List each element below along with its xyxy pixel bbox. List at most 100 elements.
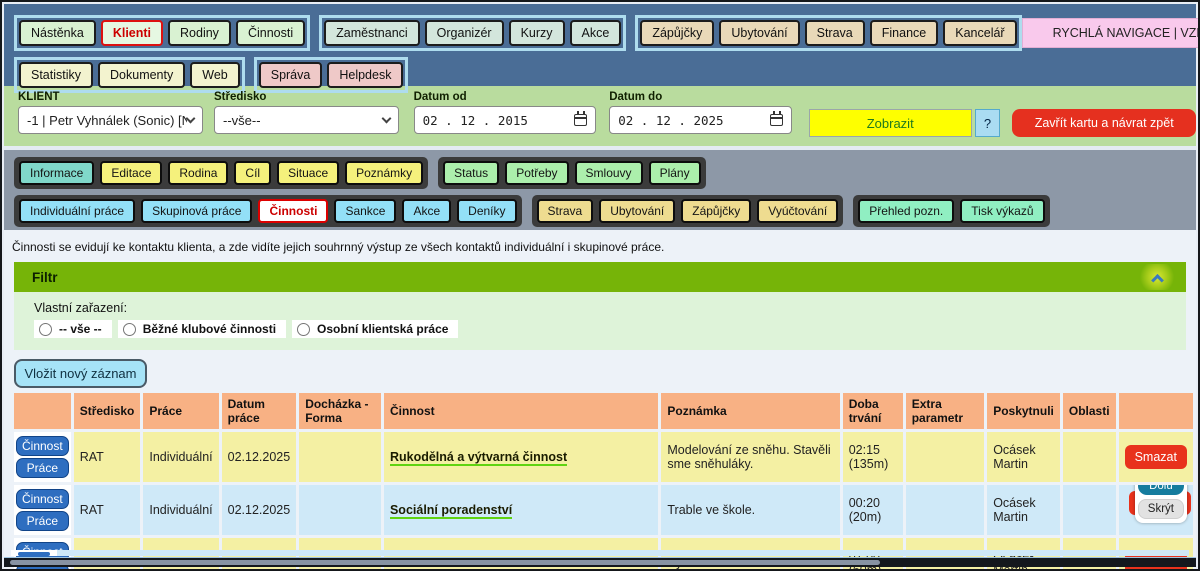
help-button[interactable]: ?: [975, 109, 1001, 137]
klient-select-value: -1 | Petr Vyhnálek (Sonic) [NZDM S/: [27, 113, 187, 128]
tab-poznamky[interactable]: Poznámky: [345, 161, 423, 185]
close-card-button[interactable]: Zavřít kartu a návrat zpět: [1012, 109, 1196, 137]
tab-plany[interactable]: Plány: [649, 161, 701, 185]
nav-item-rodiny[interactable]: Rodiny: [168, 20, 231, 46]
tab-prehled-pozn[interactable]: Přehled pozn.: [858, 199, 954, 223]
stredisko-select[interactable]: --vše--: [214, 106, 399, 134]
insert-record-button[interactable]: Vložit nový záznam: [14, 359, 147, 388]
app-window: NástěnkaKlientiRodinyČinnostiZaměstnanci…: [0, 0, 1200, 571]
nav-item-web[interactable]: Web: [190, 62, 239, 88]
klient-select[interactable]: -1 | Petr Vyhnálek (Sonic) [NZDM S/: [18, 106, 203, 134]
tab-strip: Přehled pozn.Tisk výkazů: [853, 195, 1049, 227]
col-header-prace: Práce: [143, 393, 218, 429]
row-cinnost-button[interactable]: Činnost: [16, 436, 69, 456]
nav-item-klienti[interactable]: Klienti: [101, 20, 163, 46]
tab-akce[interactable]: Akce: [402, 199, 451, 223]
tab-sankce[interactable]: Sankce: [334, 199, 396, 223]
tab-strava[interactable]: Strava: [537, 199, 594, 223]
row-prace-button[interactable]: Práce: [16, 458, 69, 478]
tab-rodina[interactable]: Rodina: [168, 161, 228, 185]
chevron-up-icon: [1151, 273, 1164, 286]
nav-item-helpdesk[interactable]: Helpdesk: [327, 62, 403, 88]
nav-item-kurzy[interactable]: Kurzy: [509, 20, 565, 46]
cell-stredisko: RAT: [74, 432, 141, 482]
tab-vyuctovani[interactable]: Vyúčtování: [757, 199, 838, 223]
datum-od-value: 02 . 12 . 2015: [423, 113, 528, 128]
nav-item-strava[interactable]: Strava: [805, 20, 865, 46]
collapse-filter-button[interactable]: [1140, 264, 1174, 290]
cell-dochazka: [299, 485, 381, 535]
nav-group: ZaměstnanciOrganizérKurzyAkce: [319, 15, 626, 51]
datum-do-input[interactable]: 02 . 12 . 2025: [609, 106, 792, 134]
client-filter-bar: KLIENT -1 | Petr Vyhnálek (Sonic) [NZDM …: [4, 86, 1196, 146]
row-action-overlay: Dolů Skrýt: [1135, 485, 1187, 523]
cell-stredisko: RAT: [74, 485, 141, 535]
tab-strip: Individuální práceSkupinová práceČinnost…: [14, 195, 522, 227]
tab-zapujcky[interactable]: Zápůjčky: [681, 199, 751, 223]
tab-cinnosti[interactable]: Činnosti: [258, 199, 328, 223]
move-down-button[interactable]: Dolů: [1138, 485, 1184, 495]
nav-item-sprava[interactable]: Správa: [259, 62, 323, 88]
tab-status[interactable]: Status: [443, 161, 499, 185]
nav-item-dokumenty[interactable]: Dokumenty: [98, 62, 185, 88]
tab-tisk-vykazu[interactable]: Tisk výkazů: [960, 199, 1044, 223]
nav-group: StatistikyDokumentyWeb: [14, 57, 245, 93]
nav-item-akce[interactable]: Akce: [570, 20, 622, 46]
nav-item-statistiky[interactable]: Statistiky: [19, 62, 93, 88]
datum-od-input[interactable]: 02 . 12 . 2015: [414, 106, 597, 134]
nav-item-kancelar[interactable]: Kancelář: [943, 20, 1016, 46]
nav-group: NástěnkaKlientiRodinyČinnosti: [14, 15, 310, 51]
radio-option-vse[interactable]: -- vše --: [34, 320, 112, 338]
nav-item-organizer[interactable]: Organizér: [425, 20, 504, 46]
activity-link[interactable]: Sociální poradenství: [390, 503, 512, 519]
tab-ubytovani[interactable]: Ubytování: [599, 199, 675, 223]
zobrazit-button[interactable]: Zobrazit: [809, 109, 972, 137]
cell-cinnost: Sociální poradenství: [384, 485, 658, 535]
tab-potreby[interactable]: Potřeby: [505, 161, 568, 185]
tab-individualni-prace[interactable]: Individuální práce: [19, 199, 135, 223]
tab-situace[interactable]: Situace: [277, 161, 339, 185]
filter-title: Filtr: [32, 270, 58, 285]
table-row: ČinnostPráceRATIndividuální02.12.2025Soc…: [14, 485, 1193, 535]
cell-datum: 02.12.2025: [222, 432, 297, 482]
nav-item-nastenka[interactable]: Nástěnka: [19, 20, 96, 46]
stredisko-select-value: --vše--: [223, 113, 383, 128]
radio-label: Běžné klubové činnosti: [143, 322, 276, 336]
tab-skupinova-prace[interactable]: Skupinová práce: [141, 199, 252, 223]
row-prace-button[interactable]: Práce: [16, 511, 69, 531]
datum-od-label: Datum od: [414, 91, 597, 103]
tab-smlouvy[interactable]: Smlouvy: [575, 161, 643, 185]
partially-visible-row: [11, 550, 1189, 556]
nav-item-zamestnanci[interactable]: Zaměstnanci: [324, 20, 420, 46]
quick-navigation-button[interactable]: RYCHLÁ NAVIGACE | VZHLED: [1022, 18, 1200, 48]
cell-prace: Individuální: [143, 432, 218, 482]
calendar-icon[interactable]: [770, 114, 783, 126]
tab-cil[interactable]: Cíl: [234, 161, 271, 185]
cell-poskytnuli: Ocásek Martin: [987, 432, 1060, 482]
tab-informace[interactable]: Informace: [19, 161, 94, 185]
horizontal-scrollbar[interactable]: [4, 557, 1196, 567]
col-header-blank: [1119, 393, 1193, 429]
radio-label: -- vše --: [59, 322, 102, 336]
nav-item-ubytovani[interactable]: Ubytování: [719, 20, 799, 46]
radio-vse[interactable]: [39, 323, 52, 336]
radio-bezne-klubove-cinnosti[interactable]: [123, 323, 136, 336]
row-cinnost-button[interactable]: Činnost: [16, 489, 69, 509]
activities-table: StřediskoPráceDatum práceDocházka - Form…: [11, 390, 1196, 571]
scrollbar-thumb[interactable]: [10, 560, 880, 565]
radio-option-osobni-klientska-prace[interactable]: Osobní klientská práce: [292, 320, 458, 338]
client-tabs: InformaceEditaceRodinaCílSituacePoznámky…: [4, 150, 1196, 230]
nav-item-finance[interactable]: Finance: [870, 20, 938, 46]
tab-deniky[interactable]: Deníky: [457, 199, 516, 223]
calendar-icon[interactable]: [574, 114, 587, 126]
delete-button[interactable]: Smazat: [1125, 445, 1187, 469]
radio-osobni-klientska-prace[interactable]: [297, 323, 310, 336]
hide-button[interactable]: Skrýt: [1138, 499, 1184, 519]
nav-item-cinnosti[interactable]: Činnosti: [236, 20, 305, 46]
datum-do-value: 02 . 12 . 2025: [618, 113, 723, 128]
tab-editace[interactable]: Editace: [100, 161, 162, 185]
activity-link[interactable]: Rukodělná a výtvarná činnost: [390, 450, 567, 466]
radio-option-bezne-klubove-cinnosti[interactable]: Běžné klubové činnosti: [118, 320, 286, 338]
col-header-cinnost: Činnost: [384, 393, 658, 429]
nav-item-zapujcky[interactable]: Zápůjčky: [640, 20, 714, 46]
